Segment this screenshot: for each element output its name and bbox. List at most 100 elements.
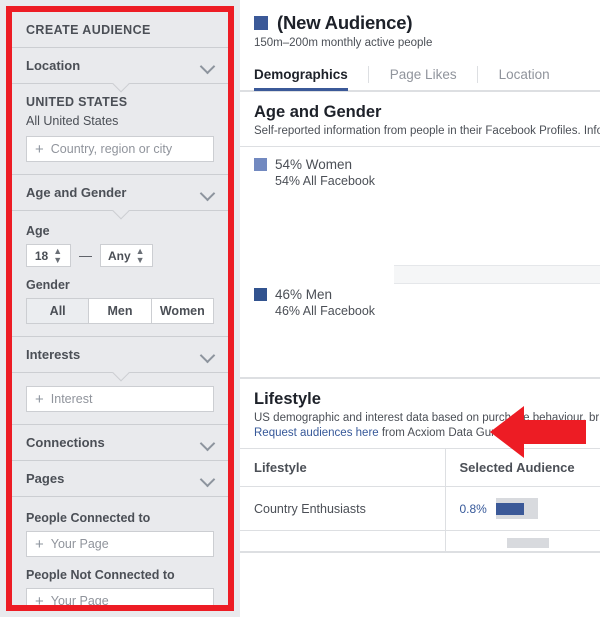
table-row[interactable]: Country Enthusiasts 0.8%: [240, 486, 600, 531]
lifestyle-row-bar-track: [495, 498, 538, 519]
audience-header-card: (New Audience) 150m–200m monthly active …: [240, 0, 600, 92]
section-notch: [12, 373, 228, 382]
chart-legend-women: 54% Women 54% All Facebook: [254, 157, 375, 188]
plus-icon: +: [35, 592, 44, 606]
stepper-icon: ▲ ▼: [53, 245, 63, 265]
interest-input-placeholder: Interest: [50, 392, 93, 406]
gender-button-group: All Men Women: [26, 298, 214, 324]
age-min-select[interactable]: 18 ▲ ▼: [26, 244, 71, 267]
plus-icon: +: [35, 390, 44, 408]
lifestyle-card: Lifestyle US demographic and interest da…: [240, 378, 600, 553]
chevron-down-icon: [200, 474, 216, 484]
sidebar-section-location-label: Location: [26, 58, 81, 73]
stepper-icon: ▲ ▼: [135, 245, 145, 265]
tab-separator: [367, 66, 369, 83]
section-notch: [12, 84, 228, 93]
location-country-subtitle: All United States: [26, 114, 119, 128]
sidebar-section-age-gender-label: Age and Gender: [26, 185, 127, 200]
sidebar-section-connections-label: Connections: [26, 435, 105, 450]
chevron-down-icon: [200, 350, 216, 360]
chart-legend-men: 46% Men 46% All Facebook: [254, 287, 375, 318]
age-gender-heading-block: Age and Gender Self-reported information…: [240, 92, 600, 147]
interests-section-body: + Interest: [12, 386, 228, 425]
age-gender-chart: 54% Women 54% All Facebook 46% Men 46% A…: [240, 147, 600, 458]
tab-active-underline: [254, 88, 348, 91]
sidebar-section-interests-label: Interests: [26, 347, 81, 362]
legend-swatch-women: [254, 158, 267, 171]
audience-color-swatch: [254, 16, 268, 30]
age-min-value: 18: [34, 248, 49, 263]
audience-name: (New Audience): [277, 12, 413, 33]
sidebar-section-pages[interactable]: Pages: [12, 461, 228, 497]
legend-sublabel-men: 46% All Facebook: [275, 304, 376, 318]
pages-section-body: People Connected to + Your Page People N…: [12, 497, 228, 605]
app-screen: CREATE AUDIENCE Location UNITED STATES A…: [0, 0, 600, 617]
people-not-connected-placeholder: Your Page: [50, 594, 109, 605]
age-range-dash: —: [79, 248, 92, 263]
tab-location-label: Location: [498, 67, 550, 82]
chart-axis-band: [394, 265, 600, 284]
people-connected-placeholder: Your Page: [50, 537, 109, 551]
audience-title-row: (New Audience): [254, 12, 586, 34]
legend-label-women: 54% Women: [275, 157, 353, 172]
tab-location[interactable]: Location: [476, 59, 570, 90]
lifestyle-row-bar-track: [506, 538, 549, 548]
age-label: Age: [26, 224, 50, 238]
tab-demographics[interactable]: Demographics: [254, 59, 368, 91]
age-gender-section-body: Age 18 ▲ ▼ — Any ▲ ▼ Gender All Men Wome…: [12, 224, 228, 337]
lifestyle-table: Lifestyle Selected Audience Country Enth…: [240, 449, 600, 552]
people-not-connected-label: People Not Connected to: [26, 568, 175, 582]
lifestyle-row-name: [240, 530, 446, 552]
legend-swatch-men: [254, 288, 267, 301]
tab-demographics-label: Demographics: [254, 67, 348, 82]
create-audience-sidebar: CREATE AUDIENCE Location UNITED STATES A…: [12, 12, 228, 605]
location-input-placeholder: Country, region or city: [50, 142, 173, 156]
legend-sublabel-women: 54% All Facebook: [275, 174, 376, 188]
age-range-row: 18 ▲ ▼ — Any ▲ ▼: [26, 244, 214, 267]
age-max-value: Any: [108, 248, 131, 263]
red-arrow-annotation: [490, 406, 586, 458]
people-connected-label: People Connected to: [26, 511, 151, 525]
gender-option-women[interactable]: Women: [151, 299, 213, 323]
tab-page-likes[interactable]: Page Likes: [367, 59, 477, 90]
gender-label: Gender: [26, 278, 70, 292]
tab-separator: [476, 66, 478, 83]
create-audience-highlight-box: CREATE AUDIENCE Location UNITED STATES A…: [6, 6, 234, 611]
age-gender-card: Age and Gender Self-reported information…: [240, 92, 600, 458]
people-connected-input[interactable]: + Your Page: [26, 531, 214, 557]
column-header-lifestyle[interactable]: Lifestyle: [240, 449, 446, 487]
age-max-select[interactable]: Any ▲ ▼: [100, 244, 153, 267]
lifestyle-row-bar: [495, 503, 525, 515]
location-country-title: UNITED STATES: [26, 95, 128, 109]
audience-reach-subtitle: 150m–200m monthly active people: [254, 37, 433, 49]
interest-input[interactable]: + Interest: [26, 386, 214, 412]
people-not-connected-input[interactable]: + Your Page: [26, 588, 214, 605]
audience-insights-content: (New Audience) 150m–200m monthly active …: [240, 0, 600, 617]
sidebar-section-connections[interactable]: Connections: [12, 425, 228, 461]
age-gender-title: Age and Gender: [254, 103, 382, 121]
tab-bar: Demographics Page Likes Location: [240, 59, 600, 91]
panel-title: CREATE AUDIENCE: [12, 12, 228, 48]
location-section-body: UNITED STATES All United States + Countr…: [12, 93, 228, 175]
plus-icon: +: [35, 535, 44, 553]
section-notch: [12, 211, 228, 220]
plus-icon: +: [35, 140, 44, 158]
legend-label-men: 46% Men: [275, 287, 333, 302]
lifestyle-row-value-cell: 0.8%: [445, 486, 600, 531]
gender-option-all[interactable]: All: [27, 299, 90, 323]
lifestyle-row-name: Country Enthusiasts: [240, 486, 446, 531]
request-audiences-link[interactable]: Request audiences here: [254, 427, 379, 439]
sidebar-section-pages-label: Pages: [26, 471, 65, 486]
gender-option-men[interactable]: Men: [89, 299, 152, 323]
chevron-down-icon: [200, 438, 216, 448]
audience-header: (New Audience) 150m–200m monthly active …: [240, 0, 600, 59]
tab-page-likes-label: Page Likes: [389, 67, 457, 82]
location-input[interactable]: + Country, region or city: [26, 136, 214, 162]
age-gender-description: Self-reported information from people in…: [254, 125, 600, 137]
lifestyle-row-value: 0.8%: [459, 501, 487, 516]
table-row[interactable]: [240, 530, 600, 552]
chevron-down-icon: [200, 188, 216, 198]
lifestyle-row-value-cell: [445, 530, 600, 552]
chevron-down-icon: [200, 61, 216, 71]
lifestyle-description-rest: from Acxiom Data Guru.: [378, 427, 505, 439]
